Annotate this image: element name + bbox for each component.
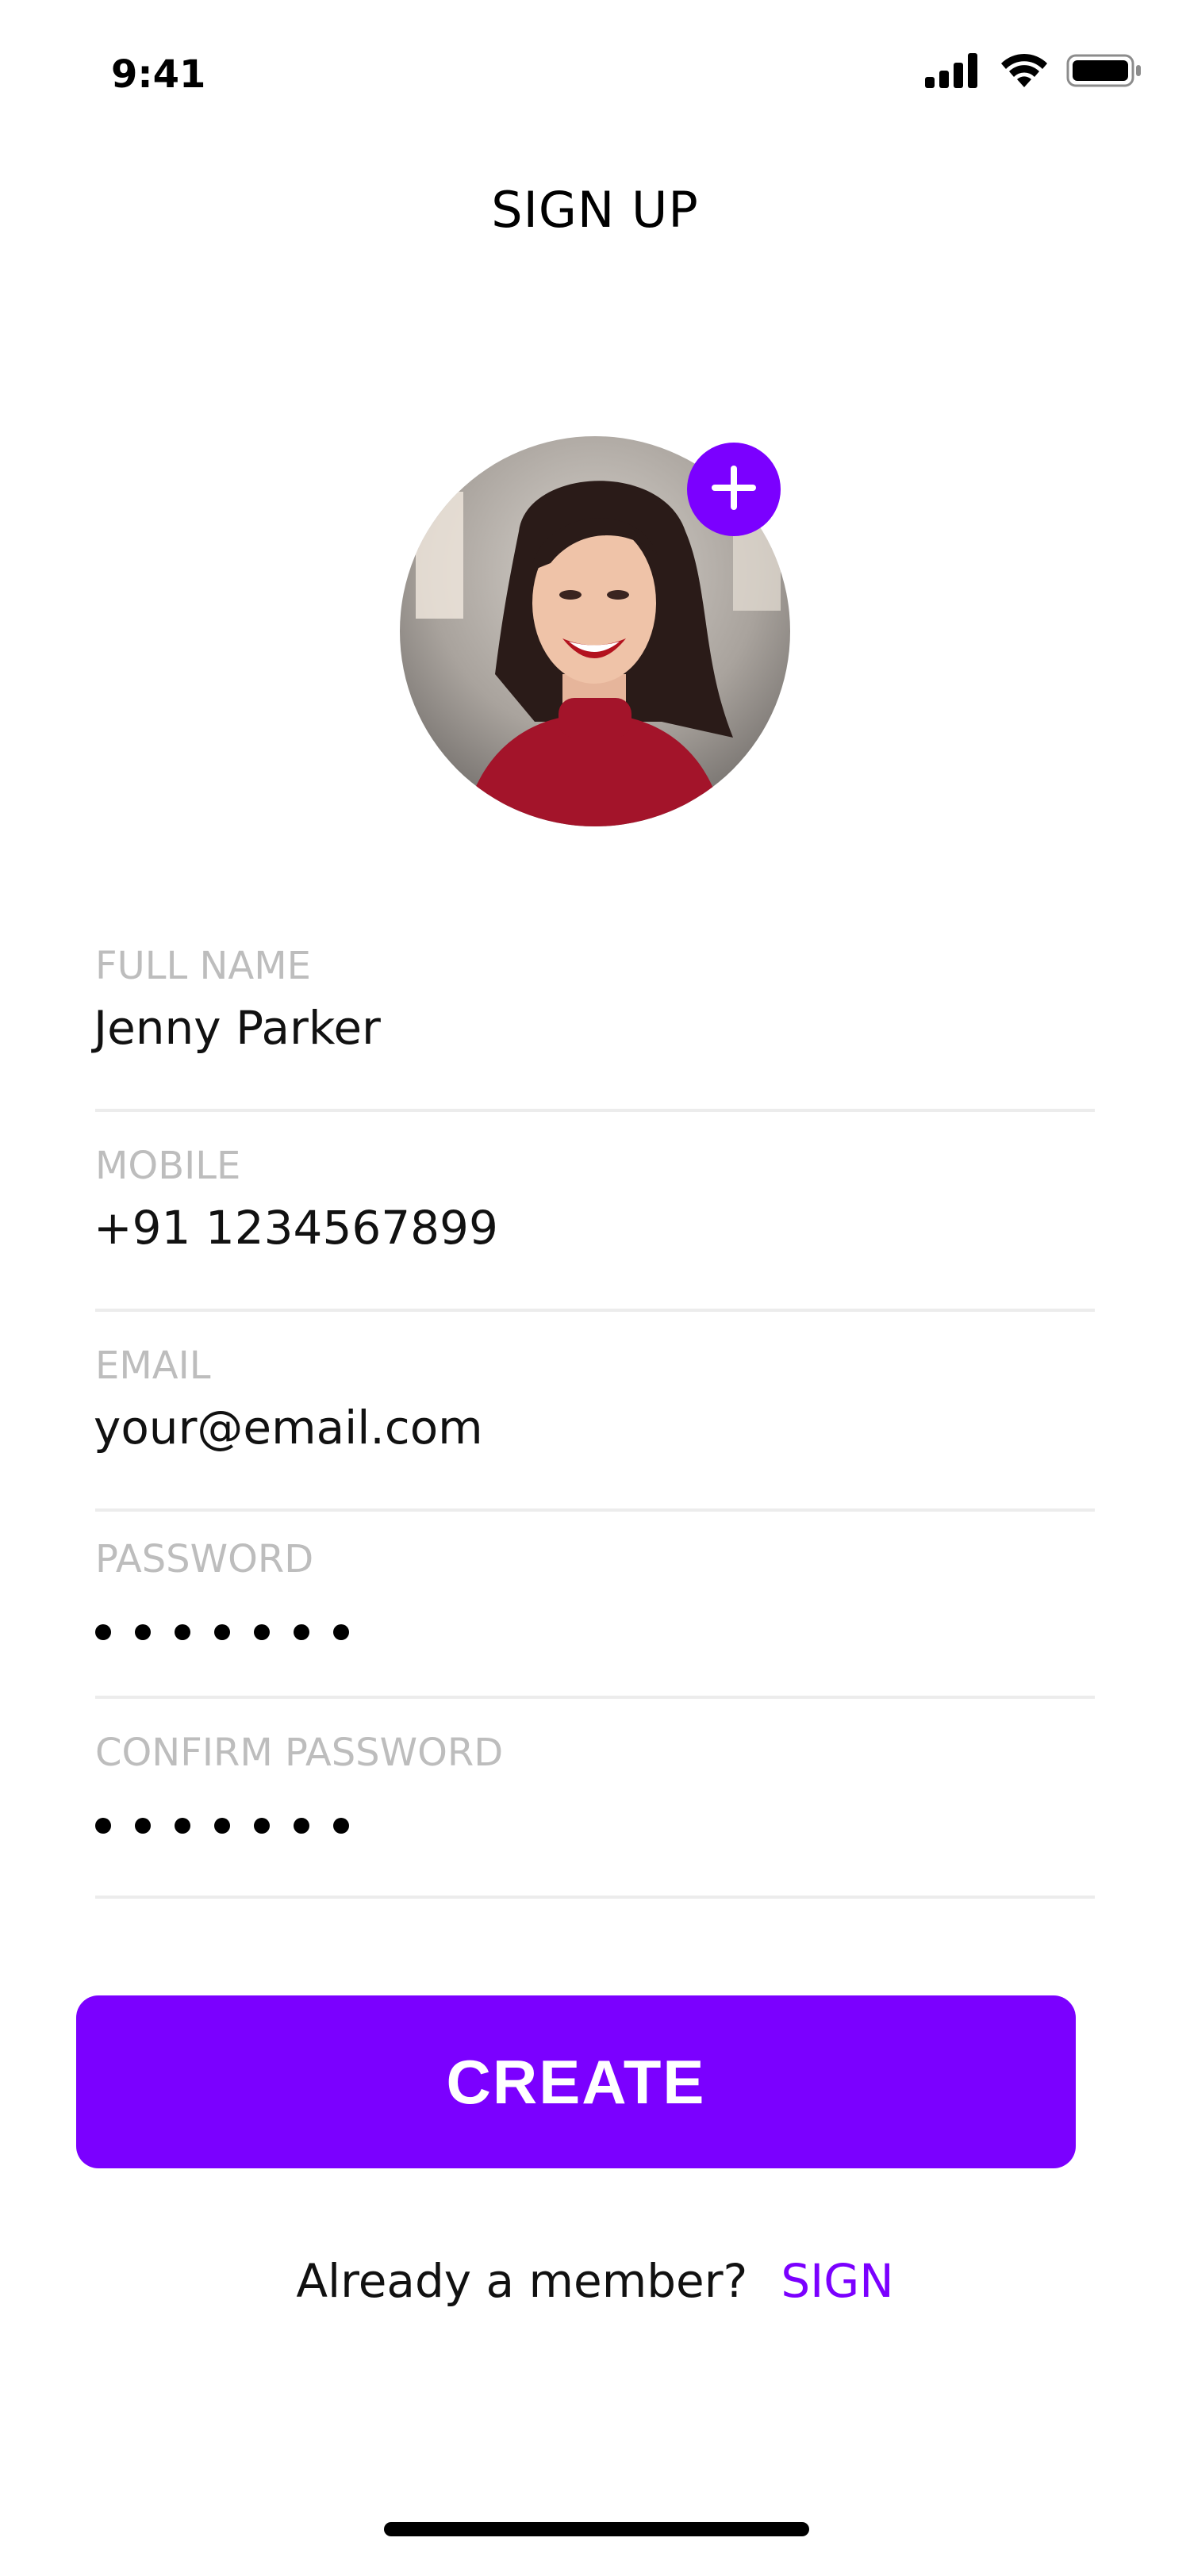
password-field[interactable]: PASSWORD	[95, 1505, 1095, 1699]
mobile-label: MOBILE	[95, 1144, 241, 1188]
battery-icon	[1066, 52, 1142, 92]
already-member-text: Already a member?	[296, 2254, 748, 2308]
password-dot	[95, 1818, 111, 1834]
signal-icon	[925, 53, 982, 91]
create-button[interactable]: CREATE	[76, 1995, 1076, 2168]
email-input[interactable]: your@email.com	[94, 1401, 483, 1455]
status-time: 9:41	[111, 52, 206, 97]
confirm-password-input[interactable]	[95, 1818, 349, 1834]
avatar-container	[400, 436, 790, 826]
password-dot	[254, 1818, 270, 1834]
plus-icon	[708, 462, 759, 516]
full-name-field[interactable]: FULL NAME Jenny Parker	[94, 912, 1095, 1112]
confirm-password-label: CONFIRM PASSWORD	[95, 1731, 504, 1775]
full-name-input[interactable]: Jenny Parker	[94, 1001, 381, 1055]
password-dot	[135, 1818, 151, 1834]
sign-in-prompt: Already a member? SIGN	[0, 2254, 1190, 2308]
password-dot	[175, 1624, 190, 1640]
email-field[interactable]: EMAIL your@email.com	[94, 1312, 1095, 1512]
password-dot	[95, 1624, 111, 1640]
password-dot	[254, 1624, 270, 1640]
password-dot	[214, 1624, 230, 1640]
wifi-icon	[1000, 52, 1049, 92]
email-label: EMAIL	[95, 1344, 211, 1388]
password-dot	[333, 1624, 349, 1640]
add-photo-button[interactable]	[687, 443, 781, 536]
home-indicator[interactable]	[384, 2522, 809, 2536]
password-input[interactable]	[95, 1624, 349, 1640]
page-title: SIGN UP	[491, 181, 699, 239]
password-dot	[333, 1818, 349, 1834]
password-dot	[135, 1624, 151, 1640]
password-dot	[294, 1624, 309, 1640]
password-dot	[214, 1818, 230, 1834]
mobile-field[interactable]: MOBILE +91 1234567899	[94, 1112, 1095, 1312]
confirm-password-field[interactable]: CONFIRM PASSWORD	[95, 1699, 1095, 1899]
status-icons	[925, 52, 1142, 92]
sign-in-link[interactable]: SIGN	[781, 2254, 893, 2308]
password-dot	[294, 1818, 309, 1834]
password-label: PASSWORD	[95, 1537, 314, 1581]
mobile-input[interactable]: +91 1234567899	[94, 1201, 498, 1255]
password-dot	[175, 1818, 190, 1834]
full-name-label: FULL NAME	[95, 944, 311, 988]
